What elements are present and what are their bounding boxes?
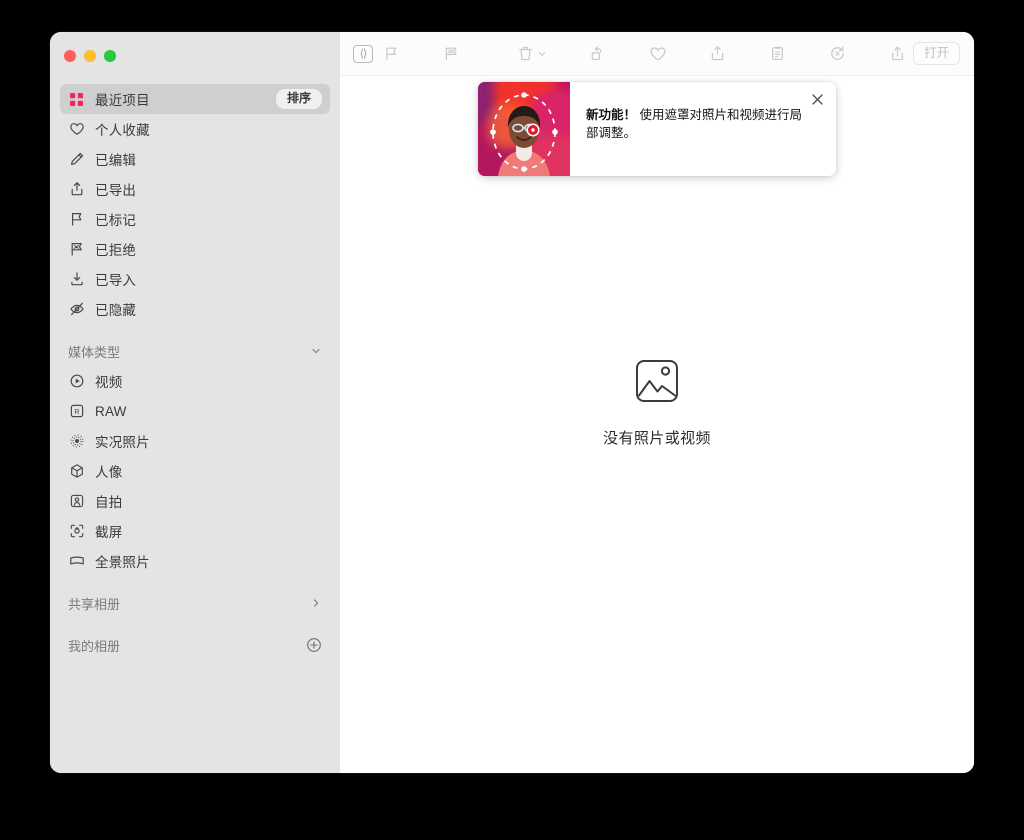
banner-thumbnail: [478, 82, 570, 176]
section-title: 我的相册: [68, 638, 121, 654]
section-title: 共享相册: [68, 596, 121, 612]
sidebar-toggle-glyph: ⟨⟩: [353, 44, 373, 63]
chevron-down-icon: [537, 49, 547, 59]
live-photo-icon: [68, 433, 85, 450]
sidebar-item-panoramas[interactable]: 全景照片: [60, 546, 330, 576]
sidebar-item-label: 已导入: [95, 273, 137, 288]
favorite-heart-icon[interactable]: [645, 41, 671, 67]
cube-icon: [68, 463, 85, 480]
photo-placeholder-icon: [634, 358, 680, 409]
sidebar-item-hidden[interactable]: 已隐藏: [60, 294, 330, 324]
sidebar-item-edited[interactable]: 已编辑: [60, 144, 330, 174]
minimize-window-button[interactable]: [84, 50, 96, 62]
sidebar-item-label: 已编辑: [95, 153, 137, 168]
sidebar-toggle-icon[interactable]: ⟨⟩: [350, 41, 376, 67]
window-controls: [50, 32, 340, 76]
import-icon: [68, 271, 85, 288]
section-title: 媒体类型: [68, 344, 121, 360]
info-clipboard-icon[interactable]: [765, 41, 791, 67]
trash-button[interactable]: [513, 41, 551, 67]
sidebar-item-live-photos[interactable]: 实况照片: [60, 426, 330, 456]
flag-rejected-icon[interactable]: [439, 41, 465, 67]
rotate-icon[interactable]: [585, 41, 611, 67]
chevron-right-icon[interactable]: [310, 597, 322, 609]
sidebar-item-imported[interactable]: 已导入: [60, 264, 330, 294]
sidebar-list: 最近项目 排序 个人收藏 已编辑 已导出 已标记 已拒绝 已导入 已隐藏 媒体类…: [50, 76, 340, 660]
flag-icon[interactable]: [379, 41, 405, 67]
sidebar-item-label: 截屏: [95, 525, 123, 540]
sidebar-item-label: 已拒绝: [95, 243, 137, 258]
sidebar-item-label: 人像: [95, 465, 123, 480]
sidebar-item-selfies[interactable]: 自拍: [60, 486, 330, 516]
sidebar-item-label: 自拍: [95, 495, 123, 510]
sidebar-section-shared-albums[interactable]: 共享相册: [60, 588, 330, 618]
sidebar-item-recents[interactable]: 最近项目 排序: [60, 84, 330, 114]
export-box-icon[interactable]: [705, 41, 731, 67]
export-icon: [68, 181, 85, 198]
toolbar: ⟨⟩ 打开: [340, 32, 974, 76]
raw-badge-icon: R: [68, 403, 85, 420]
sidebar-item-screenshots[interactable]: 截屏: [60, 516, 330, 546]
sidebar-item-favorites[interactable]: 个人收藏: [60, 114, 330, 144]
main-content: ⟨⟩ 打开 没有照片或视频 新功能！ 使用遮罩对照片和视频进行局部调整。: [340, 32, 974, 773]
svg-text:R: R: [74, 407, 79, 416]
sidebar-item-exported[interactable]: 已导出: [60, 174, 330, 204]
plus-circle-icon[interactable]: [306, 637, 322, 653]
sidebar-item-videos[interactable]: 视频: [60, 366, 330, 396]
sidebar-item-label: 视频: [95, 375, 123, 390]
maximize-window-button[interactable]: [104, 50, 116, 62]
sidebar-item-label: 已导出: [95, 183, 137, 198]
whats-new-banner[interactable]: 新功能！ 使用遮罩对照片和视频进行局部调整。: [478, 82, 836, 176]
sidebar-item-label: 实况照片: [95, 435, 150, 450]
eye-slash-icon: [68, 301, 85, 318]
share-icon[interactable]: [885, 41, 911, 67]
sidebar-item-label: 已标记: [95, 213, 137, 228]
sidebar-item-rejected[interactable]: 已拒绝: [60, 234, 330, 264]
screenshot-icon: [68, 523, 85, 540]
sidebar-item-flagged[interactable]: 已标记: [60, 204, 330, 234]
empty-state-label: 没有照片或视频: [603, 429, 711, 447]
sidebar-section-media-types[interactable]: 媒体类型: [60, 336, 330, 366]
flag-icon: [68, 211, 85, 228]
trash-icon: [517, 45, 534, 62]
banner-title: 新功能！: [586, 108, 637, 122]
photos-window: 最近项目 排序 个人收藏 已编辑 已导出 已标记 已拒绝 已导入 已隐藏 媒体类…: [50, 32, 974, 773]
heart-icon: [68, 121, 85, 138]
sidebar-item-label: 最近项目: [95, 93, 150, 108]
chevron-down-icon[interactable]: [310, 345, 322, 357]
grid-squares-icon: [68, 91, 85, 108]
sort-button[interactable]: 排序: [275, 89, 322, 109]
panorama-icon: [68, 553, 85, 570]
banner-text: 新功能！ 使用遮罩对照片和视频进行局部调整。: [570, 82, 836, 176]
sidebar-section-my-albums[interactable]: 我的相册: [60, 630, 330, 660]
sidebar-item-label: 个人收藏: [95, 123, 150, 138]
selfie-icon: [68, 493, 85, 510]
revert-icon[interactable]: [825, 41, 851, 67]
pencil-icon: [68, 151, 85, 168]
sidebar-item-label: RAW: [95, 403, 127, 419]
sidebar-item-label: 全景照片: [95, 555, 150, 570]
sidebar-item-portrait[interactable]: 人像: [60, 456, 330, 486]
sidebar: 最近项目 排序 个人收藏 已编辑 已导出 已标记 已拒绝 已导入 已隐藏 媒体类…: [50, 32, 340, 773]
close-window-button[interactable]: [64, 50, 76, 62]
close-icon[interactable]: [806, 88, 828, 110]
flag-rejected-icon: [68, 241, 85, 258]
sidebar-item-label: 已隐藏: [95, 303, 137, 318]
play-circle-icon: [68, 373, 85, 390]
open-button[interactable]: 打开: [913, 41, 961, 66]
sidebar-item-raw[interactable]: R RAW: [60, 396, 330, 426]
